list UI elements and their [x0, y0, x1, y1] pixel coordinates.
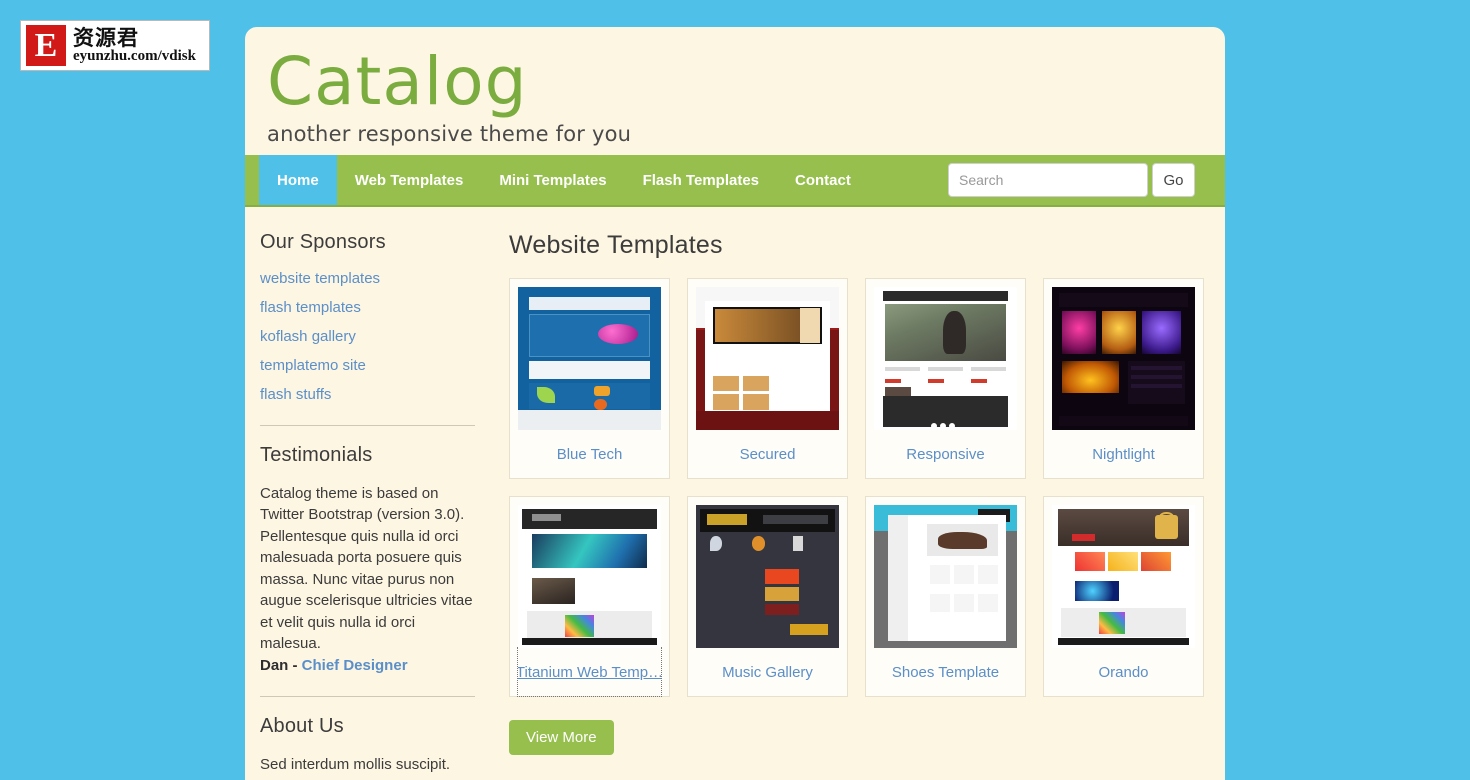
- template-caption-titanium[interactable]: Titanium Web Temp…: [517, 647, 662, 697]
- search-go-button[interactable]: Go: [1152, 163, 1195, 197]
- template-card-shoes[interactable]: Shoes Template: [865, 496, 1026, 697]
- testimonial-author-name: Dan -: [260, 656, 298, 674]
- site-watermark-badge: E 资源君 eyunzhu.com/vdisk: [20, 20, 210, 71]
- site-masthead: Catalog another responsive theme for you: [245, 27, 1225, 155]
- thumbnail-orando: [1052, 505, 1195, 648]
- sidebar-link-flash-templates[interactable]: flash templates: [260, 299, 475, 316]
- search-input[interactable]: [948, 163, 1148, 197]
- sidebar-link-website-templates[interactable]: website templates: [260, 270, 475, 287]
- testimonial-body: Catalog theme is based on Twitter Bootst…: [260, 485, 473, 653]
- nav-item-contact[interactable]: Contact: [777, 155, 869, 205]
- nav-item-web-templates[interactable]: Web Templates: [337, 155, 482, 205]
- sidebar-heading-sponsors: Our Sponsors: [260, 231, 386, 253]
- thumbnail-shoes: [874, 505, 1017, 648]
- testimonial-author: Dan - Chief Designer: [260, 657, 475, 674]
- template-card-blue-tech[interactable]: Blue Tech: [509, 278, 670, 479]
- template-card-nightlight[interactable]: Nightlight: [1043, 278, 1204, 479]
- template-caption-secured[interactable]: Secured: [696, 430, 839, 478]
- thumbnail-music-gallery: [696, 505, 839, 648]
- watermark-url-label: eyunzhu.com/vdisk: [73, 47, 196, 64]
- template-caption-nightlight[interactable]: Nightlight: [1052, 430, 1195, 478]
- sidebar-heading-testimonials: Testimonials: [260, 444, 373, 466]
- main-navigation-bar: Home Web Templates Mini Templates Flash …: [245, 155, 1225, 207]
- sidebar-link-flash-stuffs[interactable]: flash stuffs: [260, 386, 475, 403]
- search-form: Go: [948, 155, 1225, 205]
- site-brand-title: Catalog: [267, 43, 528, 120]
- testimonial-author-role-link[interactable]: Chief Designer: [302, 657, 408, 674]
- thumbnail-responsive: [874, 287, 1017, 430]
- template-grid-row-1: Blue Tech Secured Responsive Nightlight: [509, 278, 1205, 479]
- watermark-letter-icon: E: [26, 25, 66, 66]
- template-caption-music-gallery[interactable]: Music Gallery: [696, 648, 839, 696]
- sidebar-divider-2: [260, 695, 475, 697]
- template-caption-shoes[interactable]: Shoes Template: [874, 648, 1017, 696]
- template-card-orando[interactable]: Orando: [1043, 496, 1204, 697]
- main-content: Website Templates Blue Tech Secured Resp…: [475, 231, 1225, 780]
- sidebar-link-templatemo-site[interactable]: templatemo site: [260, 357, 475, 374]
- sidebar-heading-about-us: About Us: [260, 714, 344, 737]
- view-more-button[interactable]: View More: [509, 720, 614, 755]
- nav-item-flash-templates[interactable]: Flash Templates: [625, 155, 777, 205]
- template-grid-row-2: Titanium Web Temp… Music Gallery Shoes T…: [509, 496, 1205, 697]
- sidebar-link-koflash-gallery[interactable]: koflash gallery: [260, 328, 475, 345]
- section-heading-website-templates: Website Templates: [509, 231, 723, 259]
- nav-item-home[interactable]: Home: [259, 155, 337, 205]
- thumbnail-titanium: [518, 505, 661, 648]
- template-card-secured[interactable]: Secured: [687, 278, 848, 479]
- page-body: Our Sponsors website templates flash tem…: [245, 207, 1225, 780]
- template-caption-orando[interactable]: Orando: [1052, 648, 1195, 696]
- sidebar-divider-1: [260, 425, 475, 426]
- nav-item-mini-templates[interactable]: Mini Templates: [481, 155, 624, 205]
- template-card-responsive[interactable]: Responsive: [865, 278, 1026, 479]
- nav-links: Home Web Templates Mini Templates Flash …: [259, 155, 869, 205]
- thumbnail-blue-tech: [518, 287, 661, 430]
- thumbnail-nightlight: [1052, 287, 1195, 430]
- thumbnail-secured: [696, 287, 839, 430]
- watermark-chinese-label: 资源君: [73, 25, 139, 50]
- template-card-music-gallery[interactable]: Music Gallery: [687, 496, 848, 697]
- page-container: Catalog another responsive theme for you…: [245, 27, 1225, 780]
- watermark-text: 资源君 eyunzhu.com/vdisk: [73, 27, 196, 65]
- template-caption-responsive[interactable]: Responsive: [874, 430, 1017, 478]
- template-caption-blue-tech[interactable]: Blue Tech: [518, 430, 661, 478]
- sidebar: Our Sponsors website templates flash tem…: [245, 231, 475, 780]
- about-body: Sed interdum mollis suscipit.: [260, 755, 451, 773]
- template-card-titanium[interactable]: Titanium Web Temp…: [509, 496, 670, 697]
- site-tagline: another responsive theme for you: [267, 122, 632, 147]
